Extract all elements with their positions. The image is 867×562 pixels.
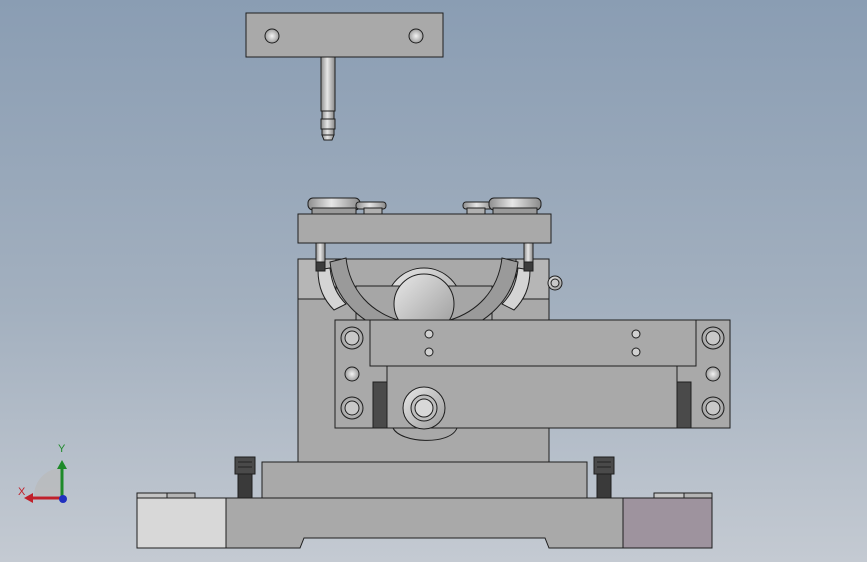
frame-hole-right-mid [705, 366, 721, 382]
base-insert-left [136, 497, 227, 549]
axis-y-label: Y [58, 443, 66, 455]
base-insert-right [622, 497, 713, 549]
axis-x-label: X [18, 486, 26, 498]
base-step-block [261, 461, 588, 499]
fixture-assembly-model[interactable] [0, 0, 867, 562]
jaw-slot-right [676, 381, 692, 429]
base-insert-right-lip [653, 492, 685, 499]
base-insert-right-lip2 [683, 492, 713, 499]
bar-hole-2 [424, 347, 434, 357]
graphics-viewport[interactable]: X Y [0, 0, 867, 562]
punch-pin [320, 56, 336, 141]
clamp-pad-right [488, 197, 542, 215]
bar-hole-3 [631, 329, 641, 339]
frame-hole-left-mid [344, 366, 360, 382]
clamp-stud-left [355, 201, 387, 215]
bar-hole-4 [631, 347, 641, 357]
clamp-pad-left [307, 197, 361, 215]
cap-screw-right [593, 456, 615, 499]
coordinate-triad[interactable]: X Y [14, 440, 74, 510]
cap-screw-left [234, 456, 256, 499]
base-insert-left-lip2 [166, 492, 196, 499]
triad-z-axis [59, 495, 67, 503]
top-plate-hole-left [264, 28, 280, 44]
jaw-slot-left [372, 381, 388, 429]
bar-hole-1 [424, 329, 434, 339]
top-plate-hole-right [408, 28, 424, 44]
base-insert-left-lip [136, 492, 168, 499]
front-clamp-bar [369, 319, 697, 367]
clamp-plate [297, 213, 552, 244]
